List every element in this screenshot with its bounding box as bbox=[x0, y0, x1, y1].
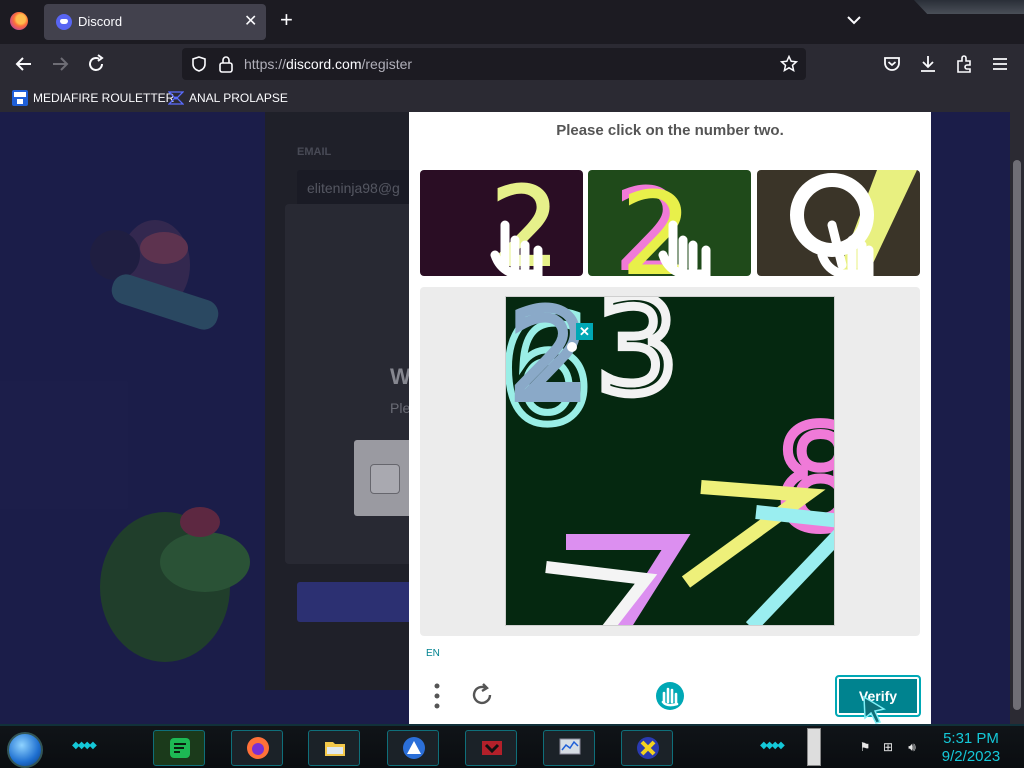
address-bar[interactable]: https://discord.com/register bbox=[182, 48, 806, 80]
system-clock[interactable]: 5:31 PM 9/2/2023 bbox=[930, 730, 1012, 766]
close-tab-icon[interactable]: ✕ bbox=[244, 11, 257, 31]
mouse-cursor-icon bbox=[863, 695, 886, 724]
speaker-icon[interactable]: 🔊︎ bbox=[904, 740, 920, 756]
captcha-challenge: Please click on the number two. 2 2 2 6 … bbox=[409, 112, 931, 724]
taskbar-app-firefox[interactable] bbox=[231, 730, 283, 766]
extensions-icon[interactable] bbox=[953, 53, 975, 75]
reload-icon[interactable] bbox=[85, 53, 107, 75]
page-scrollbar[interactable] bbox=[1010, 112, 1024, 724]
url-text[interactable]: https://discord.com/register bbox=[244, 56, 412, 72]
taskbar: ◆◆◆◆ ◆◆◆◆ ⚑ ⊞ 🔊︎ 5:31 PM 9/2/2023 bbox=[0, 724, 1024, 768]
folder-icon bbox=[325, 742, 345, 756]
hamburger-menu-icon[interactable] bbox=[989, 53, 1011, 75]
taskbar-app-notes[interactable] bbox=[153, 730, 205, 766]
x-app-icon bbox=[637, 737, 659, 759]
chevron-down-icon[interactable] bbox=[845, 11, 863, 29]
scrollbar-thumb[interactable] bbox=[1013, 160, 1021, 710]
discord-icon bbox=[56, 14, 72, 30]
taskbar-decoration: ◆◆◆◆ bbox=[760, 740, 785, 751]
taskbar-app-vpn[interactable] bbox=[387, 730, 439, 766]
bookmark-star-icon[interactable] bbox=[780, 55, 798, 73]
example-image-3 bbox=[757, 170, 920, 276]
example-image-1: 2 bbox=[420, 170, 583, 276]
tab-strip: Discord ✕ + bbox=[0, 0, 1024, 44]
notes-icon bbox=[170, 738, 190, 758]
more-options-icon[interactable] bbox=[431, 682, 443, 710]
taskbar-app-x[interactable] bbox=[621, 730, 673, 766]
game-icon bbox=[482, 741, 502, 755]
example-image-2: 2 2 bbox=[588, 170, 751, 276]
clock-date: 9/2/2023 bbox=[941, 748, 1001, 765]
bookmark-label: MEDIAFIRE ROULETTER bbox=[33, 91, 175, 105]
triangle-app-icon bbox=[403, 737, 425, 759]
monitor-icon bbox=[559, 738, 581, 755]
network-icon[interactable]: ⊞ bbox=[880, 740, 896, 756]
new-tab-button[interactable]: + bbox=[280, 9, 293, 31]
bookmark-label: ANAL PROLAPSE bbox=[189, 91, 288, 105]
forward-arrow-icon[interactable] bbox=[49, 53, 71, 75]
taskbar-decoration: ◆◆◆◆ bbox=[72, 740, 97, 751]
flag-icon[interactable]: ⚑ bbox=[857, 740, 873, 756]
tab-discord[interactable]: Discord ✕ bbox=[44, 4, 266, 40]
svg-text:2: 2 bbox=[511, 297, 587, 426]
start-button[interactable] bbox=[7, 732, 43, 768]
challenge-image[interactable]: 6 2 3 8 ✕ bbox=[505, 296, 835, 626]
taskbar-app-files[interactable] bbox=[308, 730, 360, 766]
firefox-menu-icon[interactable] bbox=[10, 12, 28, 30]
navigation-toolbar: https://discord.com/register bbox=[0, 44, 1024, 84]
captcha-prompt: Please click on the number two. bbox=[556, 122, 784, 139]
selection-marker[interactable]: ✕ bbox=[576, 323, 593, 340]
task-area: 6 2 3 8 ✕ bbox=[420, 287, 920, 636]
back-arrow-icon[interactable] bbox=[13, 53, 35, 75]
mediafire-icon bbox=[12, 90, 28, 106]
bookmark-mediafire[interactable]: MEDIAFIRE ROULETTER bbox=[12, 90, 174, 106]
pocket-icon[interactable] bbox=[881, 53, 903, 75]
taskbar-app-monitor[interactable] bbox=[543, 730, 595, 766]
bookmark-second[interactable]: ANAL PROLAPSE bbox=[168, 90, 288, 106]
svg-text:8: 8 bbox=[776, 398, 835, 561]
tab-title: Discord bbox=[78, 14, 123, 29]
firefox-icon bbox=[247, 737, 269, 759]
bookmarks-toolbar: MEDIAFIRE ROULETTER ANAL PROLAPSE bbox=[0, 84, 1024, 112]
bookmark-icon bbox=[168, 91, 184, 105]
lock-icon[interactable] bbox=[218, 55, 234, 73]
download-icon[interactable] bbox=[917, 53, 939, 75]
taskbar-app-game[interactable] bbox=[465, 730, 517, 766]
clock-time: 5:31 PM bbox=[943, 730, 999, 747]
svg-text:3: 3 bbox=[596, 297, 679, 423]
hcaptcha-logo-icon[interactable] bbox=[655, 681, 685, 711]
shield-icon[interactable] bbox=[190, 55, 208, 73]
language-selector[interactable]: EN bbox=[426, 648, 440, 659]
refresh-icon[interactable] bbox=[469, 682, 495, 708]
window-decoration bbox=[914, 0, 1024, 14]
volume-slider[interactable] bbox=[807, 728, 821, 766]
